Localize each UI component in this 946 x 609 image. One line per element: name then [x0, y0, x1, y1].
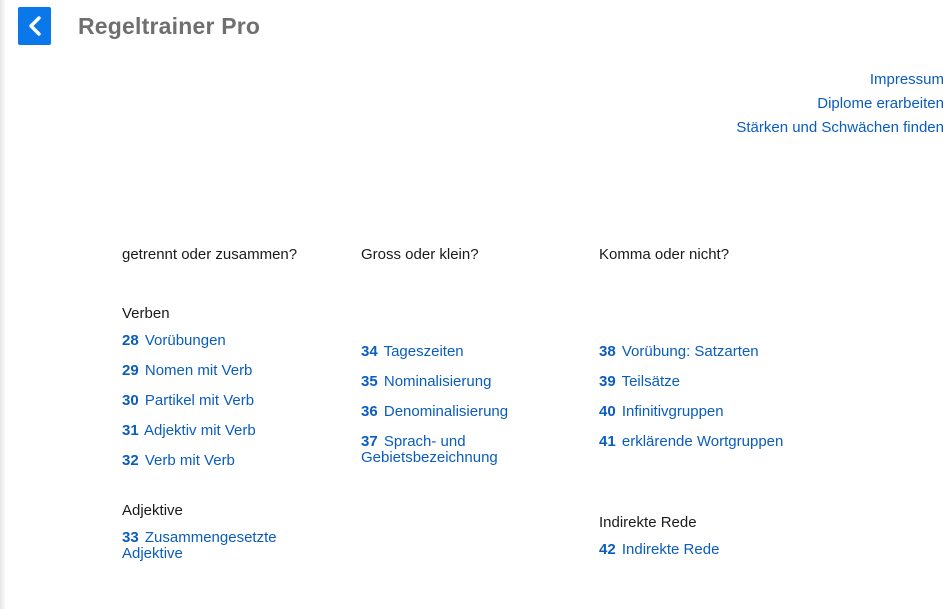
group-label-indirekte-rede: Indirekte Rede [599, 514, 697, 531]
lesson-number: 40 [599, 403, 616, 420]
lesson-33[interactable]: 33 Zusammengesetzte Adjektive [122, 530, 312, 562]
lesson-29[interactable]: 29 Nomen mit Verb [122, 363, 352, 379]
lesson-number: 34 [361, 343, 378, 360]
lesson-title: Adjektiv mit Verb [144, 422, 256, 439]
lesson-number: 38 [599, 343, 616, 360]
top-nav: Impressum Diplome erarbeiten Stärken und… [736, 68, 944, 140]
column-komma: Komma oder nicht? 38 Vorübung: Satzarten… [599, 245, 829, 558]
lesson-41[interactable]: 41 erklärende Wortgruppen [599, 434, 829, 450]
lesson-title: Verb mit Verb [144, 452, 235, 469]
impressum-link[interactable]: Impressum [736, 68, 944, 92]
column-spacer [361, 265, 591, 344]
lesson-38[interactable]: 38 Vorübung: Satzarten [599, 344, 829, 360]
lesson-title: Sprach- und Gebietsbezeichnung [361, 433, 498, 466]
lesson-number: 30 [122, 392, 139, 409]
lesson-title: Infinitivgruppen [621, 403, 724, 420]
lesson-35[interactable]: 35 Nominalisierung [361, 374, 591, 390]
lesson-32[interactable]: 32 Verb mit Verb [122, 453, 352, 469]
column-getrennt-zusammen: getrennt oder zusammen? Verben 28 Vorübu… [122, 245, 352, 562]
chevron-left-icon [28, 16, 41, 36]
column-heading: getrennt oder zusammen? [122, 246, 298, 263]
lesson-title: Partikel mit Verb [144, 392, 255, 409]
left-edge-shadow [0, 0, 6, 609]
lesson-31[interactable]: 31 Adjektiv mit Verb [122, 423, 352, 439]
lesson-number: 31 [122, 422, 139, 439]
lesson-title: Vorübungen [144, 332, 226, 349]
lesson-title: Nomen mit Verb [144, 362, 253, 379]
lesson-number: 32 [122, 452, 139, 469]
group-label-adjektive: Adjektive [122, 502, 183, 519]
lesson-40[interactable]: 40 Infinitivgruppen [599, 404, 829, 420]
lesson-number: 28 [122, 332, 139, 349]
lesson-title: Indirekte Rede [621, 541, 720, 558]
lesson-28[interactable]: 28 Vorübungen [122, 333, 352, 349]
lesson-title: Denominalisierung [383, 403, 509, 420]
lesson-title: Zusammengesetzte Adjektive [122, 529, 277, 562]
lesson-number: 42 [599, 541, 616, 558]
column-heading: Komma oder nicht? [599, 246, 730, 263]
lesson-number: 39 [599, 373, 616, 390]
lesson-title: Teilsätze [621, 373, 680, 390]
column-gross-klein: Gross oder klein? 34 Tageszeiten 35 Nomi… [361, 245, 591, 466]
app-window: Regeltrainer Pro Impressum Diplome erarb… [0, 0, 946, 609]
lesson-title: Nominalisierung [383, 373, 492, 390]
lesson-37[interactable]: 37 Sprach- und Gebietsbezeichnung [361, 434, 541, 466]
back-button[interactable] [18, 7, 51, 45]
lesson-title: Vorübung: Satzarten [621, 343, 759, 360]
lesson-number: 37 [361, 433, 378, 450]
lesson-number: 36 [361, 403, 378, 420]
lesson-36[interactable]: 36 Denominalisierung [361, 404, 591, 420]
lesson-42[interactable]: 42 Indirekte Rede [599, 542, 829, 558]
group-label-verben: Verben [122, 305, 170, 322]
column-spacer [599, 265, 829, 344]
app-title: Regeltrainer Pro [78, 13, 261, 39]
lesson-30[interactable]: 30 Partikel mit Verb [122, 393, 352, 409]
lesson-number: 29 [122, 362, 139, 379]
lesson-34[interactable]: 34 Tageszeiten [361, 344, 591, 360]
staerken-schwaechen-link[interactable]: Stärken und Schwächen finden [736, 116, 944, 140]
lesson-39[interactable]: 39 Teilsätze [599, 374, 829, 390]
lesson-number: 33 [122, 529, 139, 546]
diplome-link[interactable]: Diplome erarbeiten [736, 92, 944, 116]
lesson-number: 41 [599, 433, 616, 450]
lesson-title: erklärende Wortgruppen [621, 433, 784, 450]
lesson-number: 35 [361, 373, 378, 390]
lesson-title: Tageszeiten [383, 343, 464, 360]
column-heading: Gross oder klein? [361, 246, 479, 263]
